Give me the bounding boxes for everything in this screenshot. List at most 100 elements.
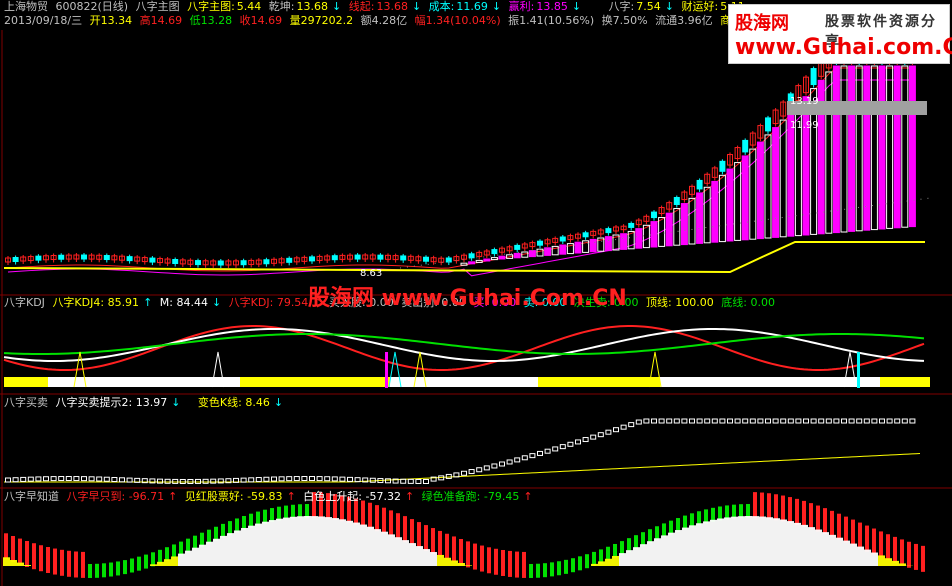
early-bar <box>438 530 442 557</box>
early-area <box>892 560 899 566</box>
trade-candle <box>316 476 323 482</box>
trade-candle <box>803 418 809 424</box>
early-area <box>185 550 192 566</box>
early-area <box>318 516 325 566</box>
trade-candle <box>651 418 657 424</box>
trade-candle <box>605 429 612 435</box>
early-area <box>381 531 388 566</box>
early-area <box>339 519 346 566</box>
trade-candle <box>331 476 338 482</box>
kdj-name[interactable]: 八字KDJ <box>4 296 45 309</box>
early-bar <box>592 551 596 566</box>
early-bar <box>396 513 400 540</box>
early-area <box>465 565 472 566</box>
early-area <box>304 516 311 566</box>
early-area <box>213 538 220 566</box>
early-bar <box>739 504 743 519</box>
early-area <box>738 516 745 566</box>
early-area <box>311 516 318 566</box>
trade-candle <box>833 418 840 424</box>
candle-body <box>491 249 498 255</box>
early-area <box>787 521 794 566</box>
early-area <box>626 550 633 566</box>
early-bar <box>725 505 729 520</box>
trade-candle <box>704 418 711 424</box>
early-area <box>437 554 444 566</box>
trade-candle <box>96 476 103 482</box>
trade-candle <box>499 461 505 467</box>
early-area <box>430 552 437 566</box>
trade-candle <box>255 477 262 483</box>
trade-candle <box>103 476 110 482</box>
early-bar <box>459 539 463 566</box>
quote-bar: 2013/09/18/三 开13.34 高14.69 低13.28 收14.69… <box>4 14 768 28</box>
early-bar <box>403 516 407 543</box>
trade-candle <box>696 418 703 424</box>
trade-candle <box>818 418 825 424</box>
indicator-name[interactable]: 八字主图 <box>136 0 180 13</box>
early-bar <box>641 532 645 547</box>
trade-candle <box>537 450 543 456</box>
trade-panel-header: 八字买卖 八字买卖提示2: 13.97 ↓ 变色K线: 8.46 ↓ <box>4 396 284 409</box>
early-bar <box>816 505 820 532</box>
early-area <box>633 547 640 566</box>
trade-candle <box>248 477 255 483</box>
early-name[interactable]: 八字早知道 <box>4 490 59 503</box>
trade-candle <box>658 418 665 424</box>
early-bar <box>795 498 799 525</box>
kdj-strip <box>880 377 930 387</box>
trend-bar <box>665 212 673 247</box>
trade-candle <box>780 418 787 424</box>
early-area <box>801 524 808 566</box>
early-panel-header: 八字早知道 八字早只到: -96.71 ↑ 见红股票好: -59.83 ↑ 白色上升… <box>4 490 533 503</box>
candle-body <box>149 257 156 263</box>
early-bar <box>417 522 421 549</box>
candle-body <box>810 68 817 86</box>
early-area <box>815 529 822 566</box>
trend-bar <box>574 241 582 254</box>
trend-bar <box>696 192 704 244</box>
early-bar <box>634 535 638 550</box>
early-bar <box>704 509 708 524</box>
trade-candle <box>491 463 498 469</box>
early-area <box>710 519 717 566</box>
early-bar <box>200 532 204 547</box>
early-area <box>745 516 752 566</box>
trade-candle <box>407 478 414 484</box>
early-bar <box>627 538 631 553</box>
trade-candle <box>681 418 688 424</box>
early-bar <box>669 520 673 535</box>
early-area <box>843 540 850 566</box>
trade-candle <box>711 418 718 424</box>
early-bar <box>690 513 694 528</box>
candle-body <box>286 257 293 263</box>
early-bar <box>165 547 169 562</box>
trade-name[interactable]: 八字买卖 <box>4 396 48 409</box>
early-bar <box>753 492 757 519</box>
early-bar <box>718 506 722 521</box>
trend-bar <box>878 65 886 230</box>
trade-candle <box>901 418 908 424</box>
trade-candle <box>825 418 832 424</box>
early-area <box>353 522 360 566</box>
trade-candle <box>689 418 695 424</box>
trade-candle <box>749 418 756 424</box>
early-bar <box>620 541 624 556</box>
trend-bar <box>908 65 916 228</box>
early-area <box>332 518 339 566</box>
candle-body <box>263 259 270 265</box>
early-bar <box>914 543 918 570</box>
trade-candle <box>476 467 483 473</box>
early-area <box>612 555 619 566</box>
early-bar <box>179 541 183 556</box>
candle-body <box>651 211 657 219</box>
early-area <box>451 560 458 566</box>
early-bar <box>284 505 288 520</box>
candle-body <box>81 254 87 260</box>
early-area <box>682 527 689 566</box>
early-bar <box>480 545 484 572</box>
stock-name[interactable]: 上海物贸 <box>4 0 48 13</box>
early-bar <box>382 507 386 534</box>
early-bar <box>473 543 477 570</box>
early-area <box>899 563 906 566</box>
